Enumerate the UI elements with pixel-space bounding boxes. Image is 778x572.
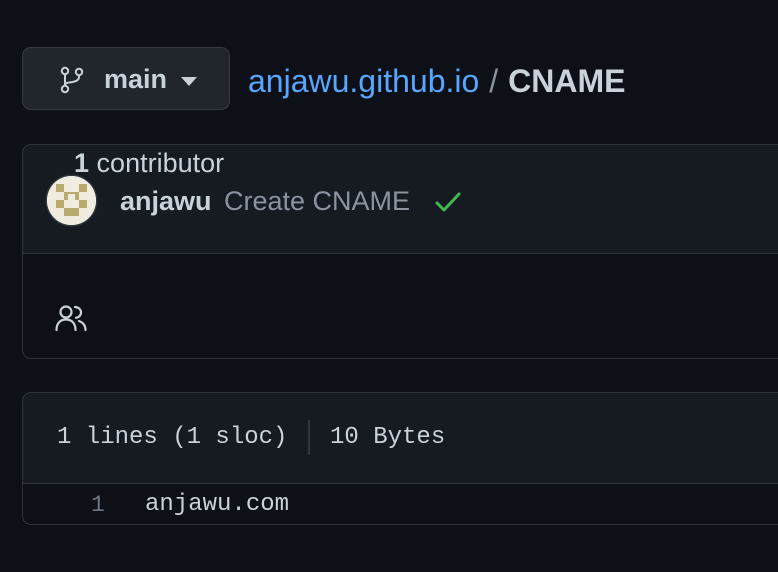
file-content-box: 1 lines (1 sloc) 10 Bytes 1 anjawu.com	[22, 392, 778, 525]
people-icon	[55, 305, 87, 332]
file-info-header: 1 lines (1 sloc) 10 Bytes	[23, 393, 778, 484]
triangle-down-icon	[181, 77, 197, 86]
file-size: 10 Bytes	[330, 424, 446, 451]
contributor-label: contributor	[96, 148, 225, 178]
check-icon[interactable]	[435, 191, 461, 213]
contributors-link[interactable]: 1 contributor	[74, 147, 224, 179]
file-info-divider	[308, 420, 310, 455]
breadcrumb-repo-link[interactable]: anjawu.github.io	[248, 63, 479, 99]
contributor-count: 1	[74, 148, 90, 178]
code-line: anjawu.com	[145, 491, 290, 518]
breadcrumb-separator: /	[489, 63, 499, 99]
file-view-page: main anjawu.github.io / CNAME anjawu Cre…	[0, 0, 778, 572]
branch-name: main	[104, 64, 168, 94]
git-branch-icon	[60, 66, 84, 94]
avatar-identicon-image	[47, 176, 96, 225]
file-line-count: 1 lines (1 sloc)	[57, 424, 288, 451]
identicon-avatar[interactable]	[47, 176, 96, 225]
line-number[interactable]: 1	[91, 491, 105, 519]
commit-message-link[interactable]: Create CNAME	[224, 185, 410, 217]
branch-select-button[interactable]: main	[22, 47, 230, 110]
breadcrumb: anjawu.github.io / CNAME	[248, 62, 626, 100]
breadcrumb-file-name: CNAME	[508, 63, 626, 99]
contributors-row	[23, 254, 778, 358]
commit-author-link[interactable]: anjawu	[120, 185, 212, 217]
